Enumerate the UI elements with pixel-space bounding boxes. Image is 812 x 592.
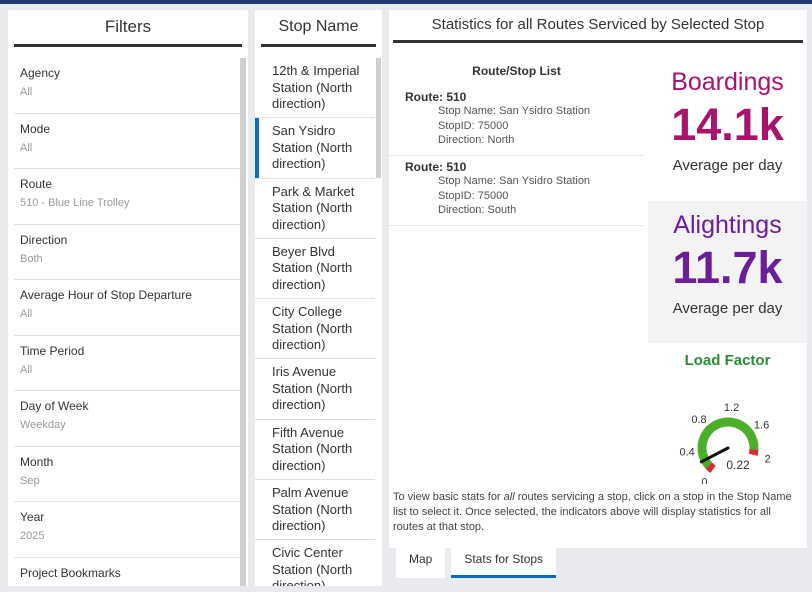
filter-item[interactable]: Mode All — [14, 114, 240, 169]
filter-item[interactable]: Direction Both — [14, 225, 240, 280]
filter-value: All — [20, 308, 33, 320]
route-stop-id: StopID: 75000 — [438, 119, 509, 132]
filter-item[interactable]: Project Bookmarks — [14, 558, 240, 587]
filter-item[interactable]: Average Hour of Stop Departure All — [14, 280, 240, 336]
filters-panel: Filters Agency All Mode All Route 510 - Blue … — [8, 10, 248, 586]
filter-label: Month — [20, 454, 54, 469]
stop-item[interactable]: Iris Avenue Station (North direction) — [255, 359, 375, 420]
boardings-value: 14.1k — [671, 99, 784, 150]
alightings-subtitle: Average per day — [672, 300, 783, 317]
load-factor-title: Load Factor — [684, 352, 771, 369]
gauge-tick-label: 1.2 — [724, 402, 739, 414]
stop-item[interactable]: Civic Center Station (North direction) — [255, 540, 375, 586]
filter-item[interactable]: Time Period All — [14, 336, 240, 391]
filter-value: Both — [20, 252, 43, 265]
filter-value: All — [20, 86, 33, 98]
filter-value: 2025 — [20, 530, 45, 542]
view-tabs: Map Stats for Stops — [396, 544, 562, 578]
stop-list: 12th & Imperial Station (North direction… — [255, 58, 375, 586]
filter-label: Route — [20, 177, 53, 191]
route-card: Route: 510 Stop Name: San Ysidro Station S… — [389, 156, 644, 226]
route-stop-id: StopID: 75000 — [438, 189, 509, 202]
filter-label: Day of Week — [20, 399, 89, 413]
route-number: Route: 510 — [405, 90, 467, 104]
statistics-title-rule — [393, 40, 803, 43]
alightings-indicator: Alightings 11.7k Average per day — [648, 201, 807, 343]
filter-value: All — [20, 141, 33, 154]
filter-value: Sep — [20, 474, 40, 487]
stop-name-title: Stop Name — [278, 18, 359, 35]
filter-label: Project Bookmarks — [20, 565, 121, 580]
gauge-tick-label: 0.8 — [691, 414, 706, 426]
filter-list: Agency All Mode All Route 510 - Blue Line Tro… — [14, 58, 240, 586]
filters-title: Filters — [104, 17, 152, 36]
filter-value: Weekday — [20, 419, 66, 431]
stop-item[interactable]: 12th & Imperial Station (North direction… — [255, 58, 375, 119]
filter-label: Time Period — [20, 343, 85, 358]
filter-value: 510 - Blue Line Trolley — [20, 197, 130, 209]
gauge-value-label: 0.22 — [726, 458, 750, 472]
stop-item[interactable]: Beyer Blvd Station (North direction) — [255, 239, 375, 300]
top-accent-bar — [0, 0, 812, 4]
filter-label: Average Hour of Stop Departure — [20, 288, 192, 302]
stop-item[interactable]: Fifth Avenue Station (North direction) — [255, 420, 375, 481]
tab-stats-for-stops[interactable]: Stats for Stops — [451, 544, 557, 578]
gauge-band-high — [748, 448, 759, 456]
filter-item[interactable]: Agency All — [14, 58, 240, 114]
filter-label: Year — [20, 510, 45, 524]
filter-value: All — [20, 363, 33, 376]
stop-item[interactable]: Palm Avenue Station (North direction) — [255, 480, 375, 541]
load-factor-gauge: 0 0.4 0.8 1.2 1.6 2 0.22 — [680, 402, 771, 484]
statistics-title: Statistics for all Routes Serviced by Se… — [431, 16, 765, 33]
filter-item[interactable]: Year 2025 — [14, 502, 240, 558]
route-cards: Route: 510 Stop Name: San Ysidro Station S… — [389, 86, 644, 226]
alightings-title: Alightings — [673, 211, 782, 239]
route-stop-name: Stop Name: San Ysidro Station — [438, 175, 591, 187]
filter-item[interactable]: Route 510 - Blue Line Trolley — [14, 169, 240, 225]
statistics-panel: Statistics for all Routes Serviced by Se… — [389, 10, 807, 548]
filters-scrollbar[interactable] — [240, 58, 246, 586]
stop-item-selected[interactable]: San Ysidro Station (North direction) — [255, 118, 375, 179]
gauge-band-low — [705, 462, 716, 473]
filter-label: Mode — [20, 121, 51, 136]
instructions-text-start: To view basic stats for — [393, 491, 504, 503]
stop-list-scrollbar[interactable] — [376, 58, 381, 178]
tab-map[interactable]: Map — [396, 544, 446, 578]
route-direction: Direction: South — [438, 204, 517, 216]
route-card: Route: 510 Stop Name: San Ysidro Station S… — [389, 86, 644, 156]
gauge-tick-label: 0 — [701, 477, 707, 484]
filters-title-rule — [14, 44, 242, 47]
filter-item[interactable]: Day of Week Weekday — [14, 391, 240, 447]
instructions-text-emphasis: all — [503, 491, 515, 503]
instructions-text: To view basic stats for all routes servi… — [393, 490, 798, 535]
route-stop-list-title: Route/Stop List — [472, 64, 561, 78]
gauge-tick-label: 1.6 — [754, 419, 769, 431]
gauge-tick-label: 2 — [765, 454, 771, 466]
alightings-value: 11.7k — [672, 242, 783, 293]
filter-label: Direction — [20, 232, 68, 247]
route-number: Route: 510 — [405, 160, 467, 174]
boardings-subtitle: Average per day — [672, 157, 783, 174]
stop-name-title-rule — [261, 44, 376, 47]
route-stop-name: Stop Name: San Ysidro Station — [438, 105, 591, 117]
boardings-indicator: Boardings 14.1k Average per day — [648, 54, 807, 200]
boardings-title: Boardings — [671, 68, 784, 96]
stop-item[interactable]: City College Station (North direction) — [255, 299, 375, 360]
gauge-tick-label: 0.4 — [680, 447, 695, 459]
stop-item[interactable]: Park & Market Station (North direction) — [255, 179, 375, 239]
route-stop-list: Route/Stop List Route: 510 Stop Name: San… — [389, 54, 644, 226]
filter-item[interactable]: Month Sep — [14, 447, 240, 502]
filter-label: Agency — [20, 66, 61, 80]
route-direction: Direction: North — [438, 134, 515, 146]
stop-name-panel: Stop Name 12th & Imperial Station (North… — [255, 10, 382, 586]
